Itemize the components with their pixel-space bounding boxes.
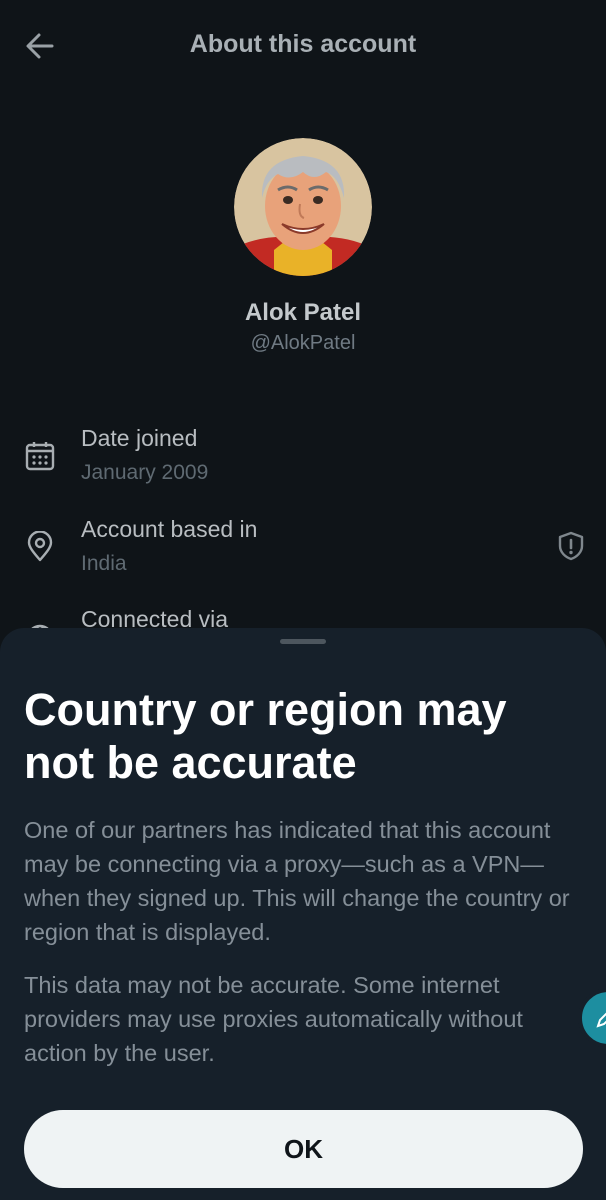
app-root: About this account Alok Patel @AlokPatel [0, 0, 606, 1200]
info-row-account-based-in: Account based in India [0, 513, 606, 593]
location-pin-icon [27, 531, 53, 562]
sheet-paragraph-2: This data may not be accurate. Some inte… [24, 972, 523, 1066]
top-bar: About this account [0, 0, 606, 92]
ok-button[interactable]: OK [24, 1110, 583, 1188]
sheet-title: Country or region may not be accurate [24, 684, 507, 788]
info-row-date-joined: Date joined January 2009 [0, 422, 606, 502]
calendar-icon [25, 442, 55, 471]
bottom-sheet: Country or region may not be accurate On… [0, 628, 606, 1200]
date-joined-label: Date joined [81, 425, 198, 451]
sheet-drag-handle[interactable] [280, 639, 326, 644]
account-based-in-value: India [81, 552, 127, 575]
profile-name: Alok Patel [244, 299, 362, 326]
avatar-illustration [234, 138, 372, 276]
page-title: About this account [189, 30, 417, 58]
profile-handle: @AlokPatel [250, 332, 356, 354]
pencil-icon [596, 1012, 606, 1028]
shield-alert-icon[interactable] [555, 530, 587, 562]
avatar[interactable] [234, 138, 372, 276]
account-based-in-label: Account based in [81, 516, 258, 542]
date-joined-value: January 2009 [81, 461, 209, 484]
sheet-paragraph-1: One of our partners has indicated that t… [24, 817, 570, 945]
